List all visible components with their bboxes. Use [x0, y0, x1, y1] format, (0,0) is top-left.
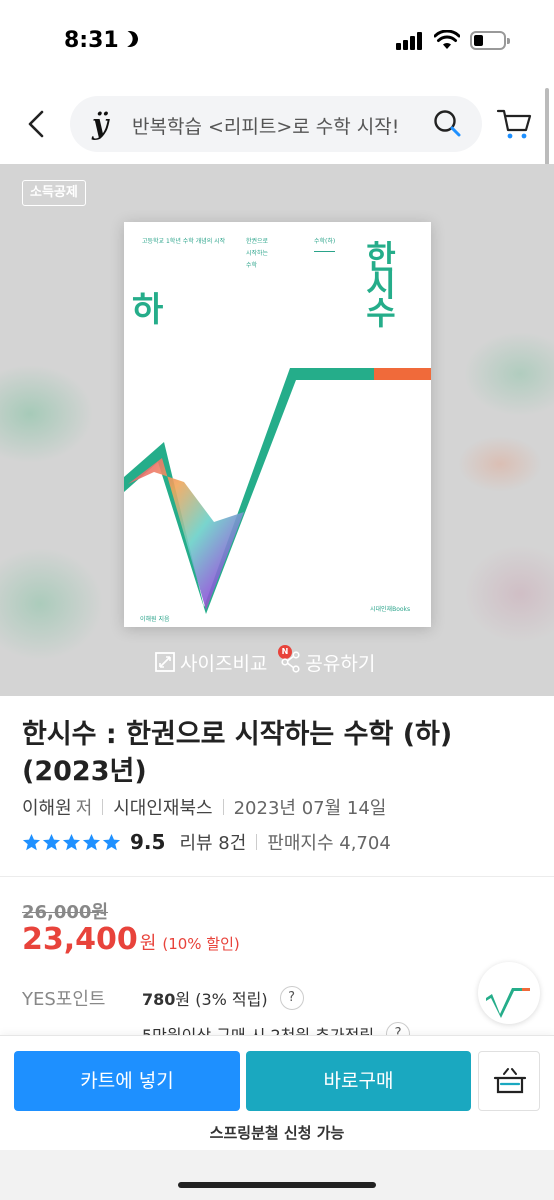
share-button[interactable]: 공유하기	[281, 649, 375, 676]
hero-tools: 사이즈비교 N 공유하기	[154, 644, 389, 676]
cover-publisher-mark: 시대인재Books	[370, 606, 411, 613]
points-help-button[interactable]: ?	[279, 986, 304, 1010]
gift-button[interactable]	[478, 1051, 540, 1111]
star-icon	[82, 833, 101, 850]
author-role: 저	[75, 798, 93, 819]
share-icon	[281, 651, 301, 673]
product-title: 한시수 : 한권으로 시작하는 수학 (하) (2023년)	[22, 719, 453, 787]
star-icon	[22, 833, 41, 850]
rating-score: 9.5	[130, 830, 166, 854]
list-price: 26,000원	[22, 902, 109, 923]
gift-icon	[493, 1068, 527, 1094]
sale-price-unit: 원	[139, 933, 157, 954]
cellular-signal-icon	[396, 32, 426, 50]
yes-points-row: YES포인트 780원 (3% 적립) ?	[22, 985, 304, 1011]
battery-icon	[470, 31, 510, 50]
cover-sqrt-graphic	[124, 368, 431, 614]
product-meta: 이해원 저 시대인재북스 2023년 07월 14일	[22, 794, 386, 820]
book-cover-image[interactable]: 고등학교 1학년 수학 개념의 시작 한권으로 시작하는 수학 수학(하) 하 …	[124, 222, 431, 627]
author-link[interactable]: 이해원	[22, 794, 72, 820]
points-label: YES포인트	[22, 989, 106, 1010]
status-time: 8:31	[64, 28, 119, 53]
back-arrow-icon[interactable]	[18, 104, 54, 144]
rating-row: 9.5 리뷰 8건 판매지수 4,704	[22, 828, 391, 856]
points-unit: 원 (3% 적립)	[175, 990, 268, 1009]
review-count-link[interactable]: 리뷰 8건	[179, 829, 246, 855]
thumbnail-sqrt-icon	[486, 988, 530, 1018]
home-indicator[interactable]	[178, 1182, 376, 1188]
search-query-text[interactable]: 반복학습 <리피트>로 수학 시작!	[132, 112, 399, 139]
yes24-logo: ÿ	[92, 108, 109, 141]
bottom-safe-area	[0, 1150, 554, 1200]
status-bar: 8:31	[0, 0, 554, 84]
share-label: 공유하기	[305, 652, 376, 675]
search-input[interactable]: ÿ 반복학습 <리피트>로 수학 시작!	[70, 96, 482, 152]
publisher-link[interactable]: 시대인재북스	[113, 794, 212, 820]
moon-icon	[120, 29, 141, 50]
product-image-area[interactable]: 소득공제 고등학교 1학년 수학 개념의 시작 한권으로 시작하는 수학 수학(…	[0, 164, 554, 696]
wifi-icon	[434, 30, 460, 49]
star-icon	[62, 833, 81, 850]
cover-author-line: 이해원 지음	[140, 616, 170, 623]
sale-price: 23,400 원 (10% 할인)	[22, 922, 240, 957]
size-compare-button[interactable]: 사이즈비교 N	[154, 644, 292, 676]
star-icon	[102, 833, 121, 850]
discount-rate: (10% 할인)	[162, 935, 240, 953]
sale-price-amount: 23,400	[22, 922, 138, 957]
buy-now-button[interactable]: 바로구매	[246, 1051, 471, 1111]
points-value: 780	[142, 990, 176, 1009]
publication-date: 2023년 07월 14일	[233, 798, 387, 819]
star-icon	[42, 833, 61, 850]
spring-binding-notice[interactable]: 스프링분철 신청 가능	[0, 1122, 554, 1143]
search-header: ÿ 반복학습 <리피트>로 수학 시작!	[0, 84, 554, 164]
add-to-cart-button[interactable]: 카트에 넣기	[14, 1051, 240, 1111]
size-compare-icon	[155, 652, 175, 672]
sales-index: 판매지수 4,704	[267, 833, 391, 854]
search-icon[interactable]	[432, 108, 464, 140]
size-compare-label: 사이즈비교	[180, 652, 268, 675]
star-rating	[22, 833, 122, 852]
divider	[0, 876, 554, 877]
tax-deduction-badge: 소득공제	[22, 180, 86, 206]
cart-icon[interactable]	[496, 106, 534, 142]
floating-thumbnail[interactable]	[478, 962, 540, 1024]
